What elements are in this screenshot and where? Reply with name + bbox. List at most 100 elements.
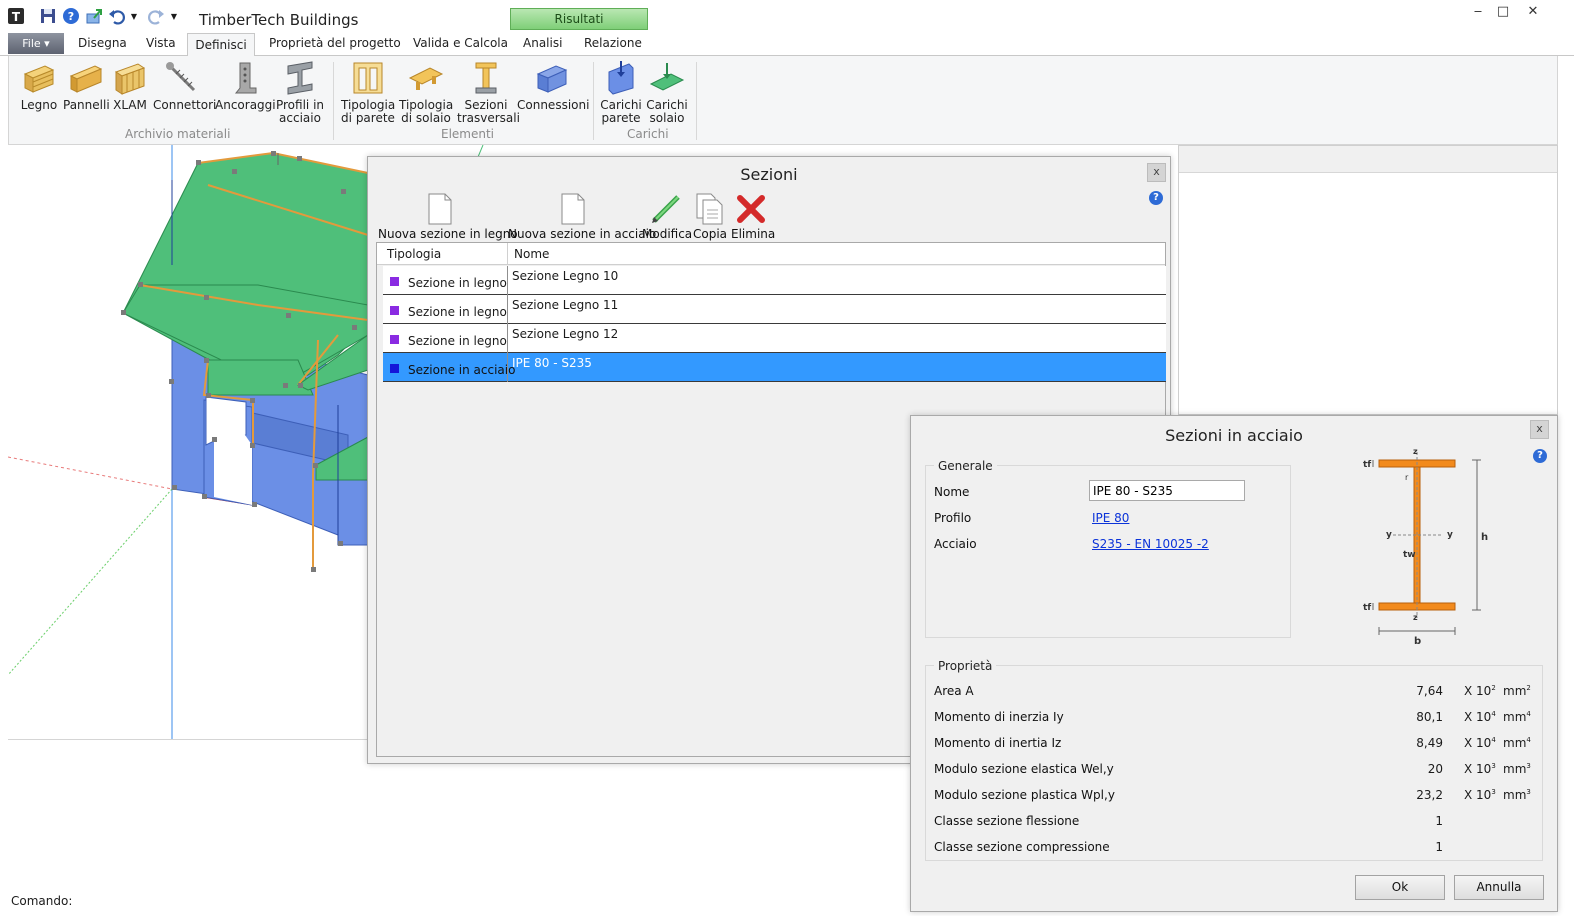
minimize-button[interactable]: ‒ xyxy=(1465,4,1491,22)
prop-unit: mm3 xyxy=(1503,762,1531,776)
axis-label-y-right: y xyxy=(1447,530,1453,540)
connessioni-button[interactable]: Connessioni xyxy=(517,60,589,112)
profili-acciaio-button[interactable]: Profili in acciaio xyxy=(274,60,326,125)
dim-label-tf-top: tf xyxy=(1363,460,1371,470)
carichi-solaio-button[interactable]: Carichi solaio xyxy=(645,60,689,125)
nome-input[interactable] xyxy=(1089,480,1245,501)
undo-icon[interactable] xyxy=(107,6,127,26)
prop-exponent: X 103 xyxy=(1464,788,1496,802)
table-row-selected[interactable]: Sezione in acciaio IPE 80 - S235 xyxy=(383,353,1166,382)
acciaio-close-button[interactable]: x xyxy=(1530,420,1549,439)
panel-icon xyxy=(67,60,103,96)
command-area[interactable]: Comando: xyxy=(8,739,912,911)
prop-label: Classe sezione flessione xyxy=(934,814,1080,828)
annulla-button[interactable]: Annulla xyxy=(1454,875,1544,900)
redo-icon[interactable] xyxy=(146,6,166,26)
side-panel-header xyxy=(1179,146,1557,173)
acciaio-dialog-title: Sezioni in acciaio xyxy=(1165,426,1303,445)
table-row[interactable]: Sezione in legno Sezione Legno 11 xyxy=(383,295,1166,324)
tipologia-solaio-button[interactable]: Tipologia di solaio xyxy=(399,60,453,125)
new-document-icon xyxy=(508,189,638,225)
row-type: Sezione in legno xyxy=(408,334,507,348)
steel-profile-icon xyxy=(282,60,318,96)
sezioni-close-button[interactable]: x xyxy=(1147,163,1166,182)
file-menu-button[interactable]: File ▾ xyxy=(8,33,64,54)
acciaio-label: Acciaio xyxy=(934,537,977,551)
tab-valida-calcola[interactable]: Valida e Calcola xyxy=(413,36,508,50)
tab-proprieta-progetto[interactable]: Proprietà del progetto xyxy=(269,36,401,50)
undo-dropdown-icon[interactable]: ▼ xyxy=(128,6,140,26)
acciaio-link[interactable]: S235 - EN 10025 -2 xyxy=(1092,537,1209,551)
dim-label-r: r xyxy=(1405,473,1409,482)
connettori-button[interactable]: Connettori xyxy=(153,60,216,112)
sezioni-acciaio-dialog: Sezioni in acciaio x ? Generale Nome Pro… xyxy=(910,415,1558,912)
new-steel-section-button[interactable]: Nuova sezione in acciaio xyxy=(508,189,656,241)
help-icon[interactable]: ? xyxy=(61,6,81,26)
prop-unit: mm2 xyxy=(1503,684,1531,698)
prop-value: 80,1 xyxy=(1416,710,1443,724)
legno-button[interactable]: Legno xyxy=(19,60,59,112)
ipe-section-diagram: tf tf r y y tw h b z z xyxy=(1363,447,1488,644)
prop-exponent: X 104 xyxy=(1464,710,1496,724)
svg-text:?: ? xyxy=(68,10,74,23)
close-window-button[interactable]: ✕ xyxy=(1520,4,1546,22)
dim-label-b: b xyxy=(1414,636,1421,644)
row-type: Sezione in acciaio xyxy=(408,363,516,377)
edit-section-button[interactable]: Modifica xyxy=(642,189,692,241)
quick-access-dropdown-icon[interactable]: ▼ xyxy=(168,6,180,26)
dim-label-h: h xyxy=(1481,532,1488,543)
tab-definisci[interactable]: Definisci xyxy=(187,33,255,57)
floor-slab-icon xyxy=(408,60,444,96)
copy-section-button[interactable]: Copia xyxy=(693,189,727,241)
xlam-button[interactable]: XLAM xyxy=(111,60,149,112)
new-wood-section-button[interactable]: Nuova sezione in legno xyxy=(378,189,518,241)
properties-side-panel[interactable] xyxy=(1178,145,1558,415)
prop-value: 1 xyxy=(1435,840,1443,854)
pannelli-button[interactable]: Pannelli xyxy=(63,60,110,112)
sezioni-trasversali-button[interactable]: Sezioni trasversali xyxy=(457,60,520,125)
column-header-nome[interactable]: Nome xyxy=(514,247,549,261)
profilo-link[interactable]: IPE 80 xyxy=(1092,511,1129,525)
app-logo-icon[interactable]: T xyxy=(6,6,26,26)
tab-disegna[interactable]: Disegna xyxy=(78,36,127,50)
tab-vista[interactable]: Vista xyxy=(146,36,176,50)
export-icon[interactable] xyxy=(84,6,104,26)
xlam-icon xyxy=(112,60,148,96)
anchor-bracket-icon xyxy=(226,60,262,96)
delete-x-icon xyxy=(731,189,771,225)
row-type: Sezione in legno xyxy=(408,305,507,319)
delete-section-button[interactable]: Elimina xyxy=(731,189,775,241)
row-name: Sezione Legno 11 xyxy=(512,298,619,312)
group-label-archivio: Archivio materiali xyxy=(125,127,231,141)
steel-section-color-swatch xyxy=(390,364,399,373)
group-separator xyxy=(333,62,334,140)
tipologia-parete-button[interactable]: Tipologia di parete xyxy=(341,60,395,125)
row-name: Sezione Legno 10 xyxy=(512,269,619,283)
prop-label: Momento di inerzia Iy xyxy=(934,710,1064,724)
dim-label-tf-bottom: tf xyxy=(1363,603,1371,613)
ok-button[interactable]: Ok xyxy=(1355,875,1445,900)
results-context-tab[interactable]: Risultati xyxy=(510,8,648,30)
sezioni-help-icon[interactable]: ? xyxy=(1149,191,1163,205)
axis-label-y-left: y xyxy=(1386,530,1392,540)
wood-section-color-swatch xyxy=(390,306,399,315)
prop-label: Classe sezione compressione xyxy=(934,840,1110,854)
pencil-icon xyxy=(642,189,690,225)
carichi-parete-button[interactable]: Carichi parete xyxy=(599,60,643,125)
group-label-carichi: Carichi xyxy=(627,127,669,141)
tab-analisi[interactable]: Analisi xyxy=(523,36,562,50)
maximize-button[interactable]: □ xyxy=(1490,4,1516,22)
prop-exponent: X 104 xyxy=(1464,736,1496,750)
wall-load-icon xyxy=(603,60,639,96)
save-icon[interactable] xyxy=(38,6,58,26)
wood-section-color-swatch xyxy=(390,335,399,344)
column-header-tipologia[interactable]: Tipologia xyxy=(387,247,441,261)
table-row[interactable]: Sezione in legno Sezione Legno 12 xyxy=(383,324,1166,353)
acciaio-help-icon[interactable]: ? xyxy=(1533,449,1547,463)
tab-relazione[interactable]: Relazione xyxy=(584,36,642,50)
sezioni-dialog-title: Sezioni xyxy=(740,165,798,184)
ancoraggi-button[interactable]: Ancoraggi xyxy=(215,60,276,112)
prop-unit: mm4 xyxy=(1503,736,1531,750)
prop-value: 7,64 xyxy=(1416,684,1443,698)
table-row[interactable]: Sezione in legno Sezione Legno 10 xyxy=(383,266,1166,295)
